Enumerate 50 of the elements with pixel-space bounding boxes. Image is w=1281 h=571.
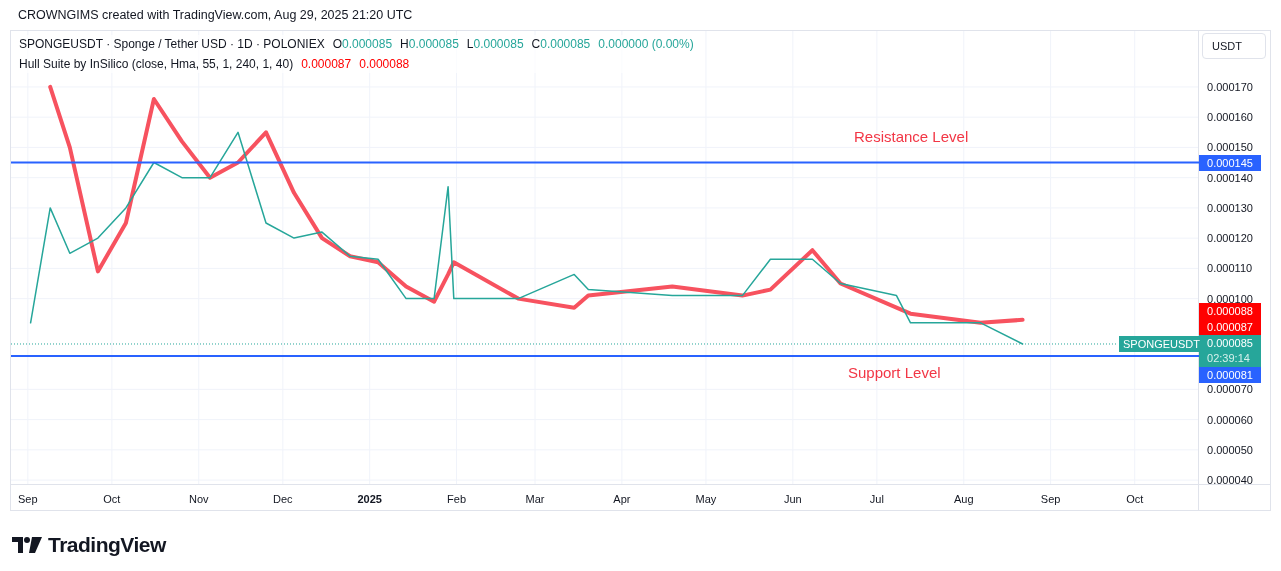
time-axis-label: Sep xyxy=(18,492,38,507)
time-axis-label: Aug xyxy=(953,492,974,507)
axis-label: 0.000060 xyxy=(1207,412,1253,427)
axis-label: 0.000040 xyxy=(1207,473,1253,488)
time-axis-label: Feb xyxy=(447,492,467,507)
axis-label: 0.000150 xyxy=(1207,140,1253,155)
axis-label: 0.000100 xyxy=(1207,291,1253,306)
change-value: 0.000000 (0.00%) xyxy=(598,36,694,53)
indicator-title: Hull Suite by InSilico (close, Hma, 55, 1, 240, 1, 40) xyxy=(19,56,294,73)
ohlc-label: O xyxy=(332,36,342,53)
ohlc-value: 0.000085 xyxy=(408,36,459,53)
ohlc-label: C xyxy=(531,36,541,53)
time-axis-label: Sep xyxy=(1040,492,1061,507)
price-value: 0.000085 xyxy=(1207,336,1254,351)
axis-label: 0.000140 xyxy=(1207,170,1253,185)
price-tag: 0.000145 xyxy=(1199,154,1262,171)
indicator-value: 0.000087 xyxy=(301,56,352,73)
logo-text: TradingView xyxy=(48,532,166,558)
axis-label: 0.000160 xyxy=(1207,110,1253,125)
level-label: Support Level xyxy=(848,363,941,384)
time-axis-label: Dec xyxy=(273,492,293,507)
symbol-title: SPONGEUSDT · Sponge / Tether USD · 1D · POLONIEX xyxy=(19,36,325,53)
ohlc-label: L xyxy=(466,36,474,53)
price-tag: 0.000081 xyxy=(1199,367,1262,383)
time-axis-label: Jun xyxy=(783,492,802,507)
axis-label: 0.000130 xyxy=(1207,200,1253,215)
axis-label: 0.000070 xyxy=(1207,382,1253,397)
ohlc-value: 0.000085 xyxy=(473,36,524,53)
axis-label: 0.000050 xyxy=(1207,442,1253,457)
ohlc-value: 0.000085 xyxy=(342,36,393,53)
time-axis-label: Jul xyxy=(869,492,884,507)
price-tag: 0.000088 xyxy=(1199,303,1262,319)
axis-label: 0.000110 xyxy=(1207,261,1253,276)
time-axis-label: Oct xyxy=(103,492,121,507)
attribution-text: CROWNGIMS created with TradingView.com, Aug 29, 2025 21:20 UTC xyxy=(18,7,413,24)
time-axis-label: Nov xyxy=(188,492,209,507)
time-axis-label: Apr xyxy=(613,492,631,507)
indicator-value: 0.000088 xyxy=(359,56,410,73)
countdown-text: 02:39:14 xyxy=(1207,351,1251,366)
ohlc-value: 0.000085 xyxy=(540,36,591,53)
ohlc-label: H xyxy=(400,36,409,53)
time-axis-label: Oct xyxy=(1126,492,1144,507)
price-tag: 0.000087 xyxy=(1199,319,1262,335)
time-axis-label: May xyxy=(695,492,717,507)
axis-label: 0.000170 xyxy=(1207,79,1253,94)
time-axis-label: 2025 xyxy=(357,492,382,507)
level-label: Resistance Level xyxy=(854,126,969,147)
time-axis-label: Mar xyxy=(525,492,545,507)
currency-button[interactable]: USDT xyxy=(1202,33,1267,59)
axis-label: 0.000120 xyxy=(1207,231,1253,246)
